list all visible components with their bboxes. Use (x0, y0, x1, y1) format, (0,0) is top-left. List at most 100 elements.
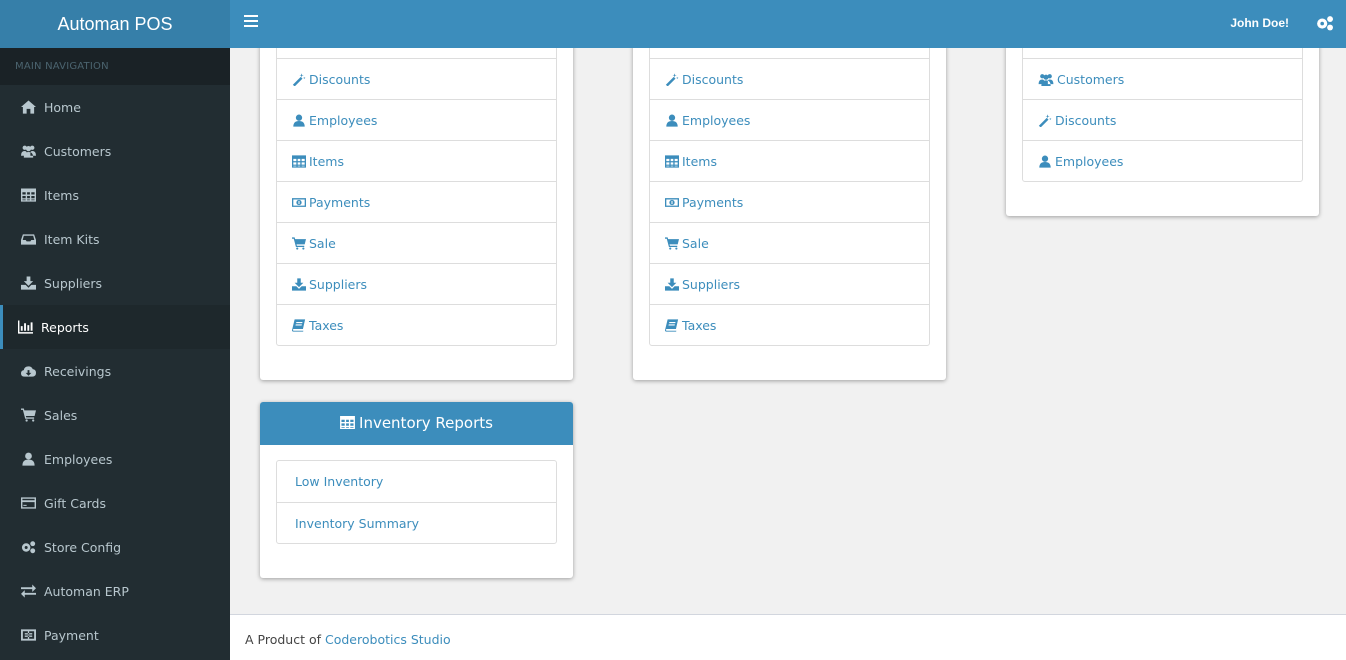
report-link-taxes[interactable]: Taxes (650, 304, 929, 345)
report-link-label: Employees (682, 112, 751, 128)
inbox-icon (20, 232, 36, 246)
sidebar-item-automan-erp[interactable]: Automan ERP (0, 569, 230, 613)
money-icon (292, 196, 307, 209)
bar-chart-icon (17, 320, 33, 334)
report-link-label: Sale (309, 235, 336, 251)
sidebar-item-label: Items (44, 187, 79, 203)
sidebar-item-sales[interactable]: Sales (0, 393, 230, 437)
report-link-taxes[interactable]: Taxes (277, 304, 556, 345)
inventory-reports-panel: Inventory Reports Low Inventory Inventor… (260, 402, 573, 578)
report-link-sale[interactable]: Sale (650, 222, 929, 263)
gears-icon (20, 540, 36, 554)
footer-link[interactable]: Coderobotics Studio (325, 632, 451, 647)
download-icon (20, 276, 36, 290)
home-icon (20, 100, 36, 114)
report-link-items[interactable]: Items (650, 140, 929, 181)
report-list: Customers Discounts Employees (1022, 48, 1303, 182)
money-icon (665, 196, 680, 209)
report-link-customers[interactable]: Customers (1023, 58, 1302, 99)
report-link-suppliers[interactable]: Suppliers (650, 263, 929, 304)
table-icon (665, 155, 680, 168)
user-icon (665, 114, 680, 127)
top-navbar: John Doe! (230, 0, 1346, 48)
report-list: Low Inventory Inventory Summary (276, 460, 557, 544)
report-link-label: Payments (682, 194, 744, 210)
book-icon (665, 319, 680, 332)
list-item[interactable] (650, 48, 929, 58)
exchange-icon (20, 584, 36, 598)
report-link-label: Sale (682, 235, 709, 251)
shopping-cart-icon (665, 237, 680, 250)
report-panel-middle: Discounts Employees Items Payments Sale … (633, 48, 946, 380)
report-link-label: Payments (309, 194, 371, 210)
download-icon (665, 278, 680, 291)
report-link-discounts[interactable]: Discounts (1023, 99, 1302, 140)
sidebar-section-label: MAIN NAVIGATION (0, 48, 230, 85)
list-item[interactable] (1023, 48, 1302, 58)
report-link-payments[interactable]: Payments (650, 181, 929, 222)
user-icon (1038, 155, 1053, 168)
table-icon (292, 155, 307, 168)
panel-heading: Inventory Reports (260, 402, 573, 445)
gears-icon[interactable] (1316, 14, 1334, 32)
report-link-inventory-summary[interactable]: Inventory Summary (277, 502, 556, 543)
sidebar-item-label: Reports (41, 319, 89, 335)
sidebar-item-store-config[interactable]: Store Config (0, 525, 230, 569)
table-icon (20, 188, 36, 202)
sidebar: MAIN NAVIGATION Home Customers Items Ite… (0, 48, 230, 660)
sidebar-item-item-kits[interactable]: Item Kits (0, 217, 230, 261)
sidebar-item-label: Suppliers (44, 275, 103, 291)
hamburger-icon[interactable] (244, 15, 258, 29)
sidebar-item-gift-cards[interactable]: Gift Cards (0, 481, 230, 525)
sidebar-item-suppliers[interactable]: Suppliers (0, 261, 230, 305)
sidebar-item-label: Automan ERP (44, 583, 129, 599)
sidebar-item-items[interactable]: Items (0, 173, 230, 217)
sidebar-item-payment[interactable]: Payment (0, 613, 230, 657)
report-link-employees[interactable]: Employees (277, 99, 556, 140)
sidebar-item-label: Item Kits (44, 231, 100, 247)
report-link-discounts[interactable]: Discounts (650, 58, 929, 99)
report-link-label: Suppliers (309, 276, 368, 292)
report-link-suppliers[interactable]: Suppliers (277, 263, 556, 304)
users-icon (20, 144, 36, 158)
sidebar-item-receivings[interactable]: Receivings (0, 349, 230, 393)
magic-wand-icon (292, 73, 307, 86)
report-link-label: Items (309, 153, 344, 169)
sidebar-item-label: Store Config (44, 539, 122, 555)
sidebar-item-label: Employees (44, 451, 113, 467)
sidebar-item-home[interactable]: Home (0, 85, 230, 129)
report-panel-left: Discounts Employees Items Payments Sale … (260, 48, 573, 380)
report-link-label: Discounts (1055, 112, 1117, 128)
list-item[interactable] (277, 48, 556, 58)
report-link-employees[interactable]: Employees (1023, 140, 1302, 181)
sidebar-item-label: Gift Cards (44, 495, 106, 511)
user-icon (292, 114, 307, 127)
sidebar-item-reports[interactable]: Reports (0, 305, 230, 349)
sidebar-item-customers[interactable]: Customers (0, 129, 230, 173)
footer-text: A Product of (245, 632, 322, 647)
report-link-payments[interactable]: Payments (277, 181, 556, 222)
user-menu[interactable]: John Doe! (1230, 0, 1289, 46)
table-icon (340, 416, 355, 429)
sidebar-item-employees[interactable]: Employees (0, 437, 230, 481)
report-link-label: Taxes (682, 317, 717, 333)
report-list: Discounts Employees Items Payments Sale … (649, 48, 930, 346)
report-link-employees[interactable]: Employees (650, 99, 929, 140)
report-link-discounts[interactable]: Discounts (277, 58, 556, 99)
credit-card-icon (20, 496, 36, 510)
report-link-items[interactable]: Items (277, 140, 556, 181)
main-content: Discounts Employees Items Payments Sale … (230, 48, 1346, 614)
report-link-label: Discounts (682, 71, 744, 87)
report-list: Discounts Employees Items Payments Sale … (276, 48, 557, 346)
report-link-sale[interactable]: Sale (277, 222, 556, 263)
report-link-label: Items (682, 153, 717, 169)
footer: A Product of Coderobotics Studio (230, 614, 1346, 660)
users-icon (1038, 73, 1055, 86)
user-icon (20, 452, 36, 466)
download-icon (292, 278, 307, 291)
report-link-label: Employees (309, 112, 378, 128)
report-link-low-inventory[interactable]: Low Inventory (277, 461, 556, 502)
sidebar-item-label: Customers (44, 143, 112, 159)
report-link-label: Discounts (309, 71, 371, 87)
app-logo[interactable]: Automan POS (0, 0, 230, 48)
